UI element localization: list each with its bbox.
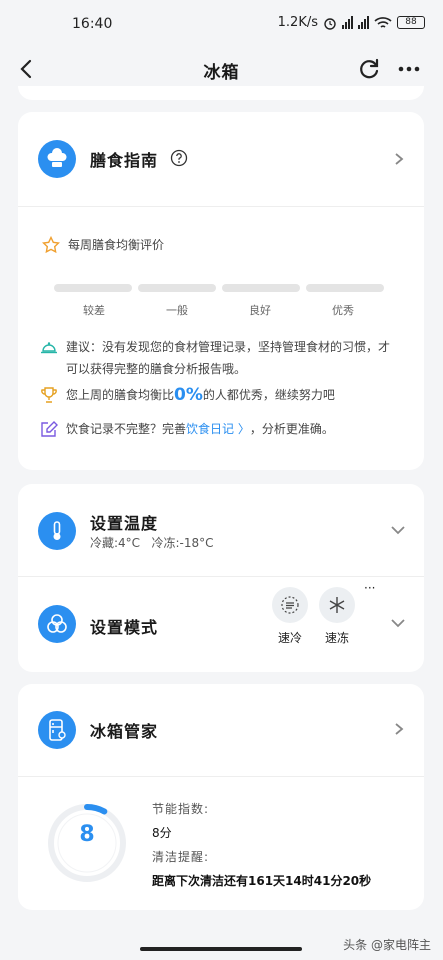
wifi-icon	[374, 16, 392, 28]
help-icon[interactable]	[170, 149, 188, 167]
ranking-text-before: 您上周的膳食均衡比	[66, 388, 175, 402]
set-temperature-row[interactable]: 设置温度 冷藏:4°C 冷冻:-18°C	[18, 484, 424, 576]
energy-index-label: 节能指数:	[152, 802, 210, 816]
rating-level-label: 良好	[249, 304, 271, 317]
star-icon	[42, 236, 60, 254]
clean-reminder-value: 距离下次清洁还有161天14时41分20秒	[152, 874, 372, 888]
settings-card: 设置温度 冷藏:4°C 冷冻:-18°C 设置模式 速冷 速冻 ···	[18, 484, 424, 672]
chevron-down-icon	[391, 526, 405, 535]
rating-level-label: 一般	[166, 304, 188, 317]
edit-icon	[41, 421, 58, 437]
quick-freeze-label: 速冻	[324, 631, 349, 645]
quick-cool-button[interactable]	[272, 587, 308, 623]
more-modes-icon[interactable]: ···	[364, 581, 375, 595]
status-icons: 1.2K/s 88	[278, 15, 425, 30]
diary-text-before: 饮食记录不完整？完善	[66, 422, 187, 436]
rating-segment	[222, 284, 300, 292]
refresh-icon[interactable]	[356, 56, 382, 82]
fridge-icon	[38, 711, 76, 749]
quick-cool-label: 速冷	[277, 631, 302, 645]
energy-score: 8	[79, 822, 95, 847]
balance-rating-bar	[54, 284, 384, 292]
set-mode-title: 设置模式	[90, 618, 159, 637]
rating-level-label: 较差	[83, 304, 105, 317]
ranking-text-after: 的人都优秀，继续努力吧	[202, 388, 335, 402]
previous-card-edge	[18, 86, 424, 100]
status-time: 16:40	[72, 16, 113, 32]
weekly-balance-label: 每周膳食均衡评价	[68, 238, 165, 252]
diet-guide-card: 膳食指南 每周膳食均衡评价 较差 一般 良好 优秀 建议：没有发现您的食材管理记…	[18, 112, 424, 470]
chevron-down-icon[interactable]	[390, 615, 406, 631]
rating-level-label: 优秀	[332, 304, 354, 317]
diary-tip: 饮食记录不完整？完善 饮食日记 〉 ，分析更准确。	[40, 418, 334, 440]
clean-reminder-label: 清洁提醒:	[152, 850, 210, 864]
diary-text-after: ，分析更准确。	[249, 422, 334, 436]
status-bar: 16:40 1.2K/s 88	[0, 0, 443, 48]
diet-diary-link[interactable]: 饮食日记 〉	[186, 418, 250, 440]
divider	[18, 776, 424, 777]
fridge-manager-card: 冰箱管家 8 节能指数: 8分 清洁提醒: 距离下次清洁还有161天14时41分…	[18, 684, 424, 910]
ranking-tip: 您上周的膳食均衡比 0% 的人都优秀，继续努力吧	[40, 384, 335, 406]
rating-segment	[306, 284, 384, 292]
suggestion-tip: 建议：没有发现您的食材管理记录，坚持管理食材的习惯，才可以获得完整的膳食分析报告…	[40, 336, 394, 380]
chevron-right-icon	[395, 153, 404, 165]
bell-icon	[41, 342, 57, 354]
signal-icon-2	[358, 16, 369, 29]
suggestion-text: 建议：没有发现您的食材管理记录，坚持管理食材的习惯，才可以获得完整的膳食分析报告…	[66, 340, 391, 376]
chef-hat-icon	[38, 140, 76, 178]
energy-index-value: 8分	[152, 826, 172, 840]
diet-guide-header[interactable]: 膳食指南	[18, 112, 424, 206]
home-indicator[interactable]	[140, 947, 302, 951]
thermometer-icon	[38, 512, 76, 550]
temperature-values: 冷藏:4°C 冷冻:-18°C	[90, 536, 214, 550]
quick-freeze-button[interactable]	[319, 587, 355, 623]
set-temperature-title: 设置温度	[90, 514, 159, 533]
ranking-percent: 0%	[174, 385, 203, 405]
battery-icon: 88	[397, 16, 425, 29]
snowflake-icon	[329, 597, 345, 613]
fridge-manager-title: 冰箱管家	[90, 722, 159, 741]
network-speed: 1.2K/s	[277, 15, 318, 30]
rating-segment	[54, 284, 132, 292]
quick-cool-icon	[281, 596, 299, 614]
trophy-icon	[41, 387, 57, 403]
diet-guide-title: 膳食指南	[90, 151, 159, 170]
mode-icon	[38, 605, 76, 643]
chevron-right-icon	[395, 723, 404, 735]
more-icon[interactable]	[396, 56, 422, 82]
divider	[18, 206, 424, 207]
set-mode-row: 设置模式 速冷 速冻 ···	[18, 577, 424, 672]
fridge-manager-header[interactable]: 冰箱管家	[18, 684, 424, 776]
rating-segment	[138, 284, 216, 292]
watermark: 头条 @家电阵主	[343, 938, 431, 952]
alarm-icon	[324, 17, 336, 30]
signal-icon	[342, 16, 353, 29]
